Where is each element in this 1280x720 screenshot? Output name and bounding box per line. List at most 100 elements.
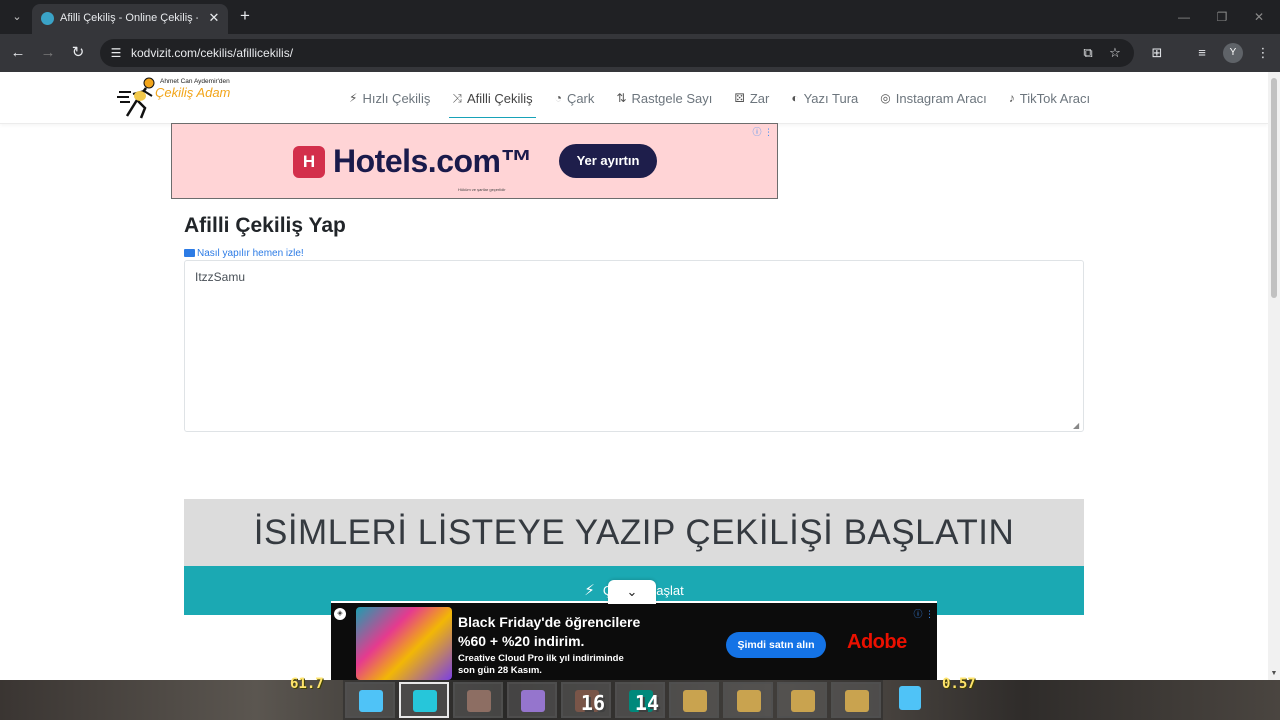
instagram-icon: ◎ <box>880 91 891 105</box>
hotbar-slot <box>345 682 395 718</box>
instruction-banner: İSİMLERİ LİSTEYE YAZIP ÇEKİLİŞİ BAŞLATIN <box>184 499 1084 566</box>
boots-icon <box>893 682 929 716</box>
ad-headline-line2: %60 + %20 indirim. <box>458 633 585 649</box>
hud-left-number: 61.7 <box>290 676 324 692</box>
window-minimize-icon[interactable]: — <box>1174 8 1194 26</box>
hotbar-slot <box>453 682 503 718</box>
profile-avatar[interactable]: Y <box>1223 43 1243 63</box>
pickaxe-icon <box>521 690 545 712</box>
page-viewport: Ahmet Can Aydemir'den Çekiliş Adam ⚡ Hız… <box>0 72 1280 680</box>
menu-item-label: Instagram Aracı <box>895 90 987 106</box>
menu-item-instagram-araci[interactable]: ◎ Instagram Aracı <box>871 80 996 116</box>
hotbar-slot <box>777 682 827 718</box>
dice-icon: ⚄ <box>734 91 745 105</box>
hotbar-slot: 16 <box>561 682 611 718</box>
video-camera-icon <box>184 249 195 257</box>
forward-arrow-icon[interactable]: → <box>38 43 58 63</box>
tab-list-chevron-icon[interactable]: ⌄ <box>6 6 28 28</box>
scrollbar-thumb[interactable] <box>1271 78 1277 298</box>
site-navbar: Ahmet Can Aydemir'den Çekiliş Adam ⚡ Hız… <box>0 72 1268 124</box>
window-close-icon[interactable]: ✕ <box>1249 8 1269 26</box>
shuffle-icon: ⤨ <box>452 90 462 105</box>
how-to-video-link[interactable]: Nasıl yapılır hemen izle! <box>184 248 304 259</box>
ad-info-icon[interactable]: ⓘ ⋮ <box>752 125 773 138</box>
hotbar-slot <box>723 682 773 718</box>
media-controls-icon[interactable]: ≡ <box>1192 43 1212 63</box>
window-restore-icon[interactable]: ❐ <box>1212 8 1232 26</box>
menu-item-cark[interactable]: ◔ Çark <box>546 80 604 116</box>
browser-tab-bar: ⌄ Afilli Çekiliş - Online Çekiliş - H ✕ … <box>0 0 1280 34</box>
bookmark-star-icon[interactable]: ☆ <box>1106 44 1124 62</box>
menu-item-zar[interactable]: ⚄ Zar <box>725 80 778 116</box>
back-arrow-icon[interactable]: ← <box>8 43 28 63</box>
ad-artwork-image <box>356 607 452 680</box>
sort-numeric-icon: ⇅ <box>616 91 627 105</box>
names-list-textarea[interactable]: ItzzSamu <box>184 260 1084 432</box>
ad-headline: Black Friday'de öğrencilere %60 + %20 in… <box>458 613 640 651</box>
stack-count: 16 <box>580 691 605 715</box>
new-tab-plus-icon[interactable]: + <box>236 7 254 25</box>
ad-collapse-chevron-icon[interactable]: ⌄ <box>608 580 656 604</box>
extensions-puzzle-icon[interactable]: ⊞ <box>1147 43 1167 63</box>
half-circle-icon: ◐ <box>791 91 799 105</box>
ad-headline-line1: Black Friday'de öğrencilere <box>458 614 641 630</box>
install-app-icon[interactable]: ⧉ <box>1079 44 1097 62</box>
hotels-ad-banner[interactable]: H Hotels.com™ Yer ayırtın Hüküm ve şartl… <box>171 123 778 199</box>
bolt-icon: ⚡ <box>349 91 358 105</box>
hotbar-slot: 14 <box>615 682 665 718</box>
scroll-down-arrow-icon[interactable]: ▼ <box>1269 670 1279 678</box>
hotbar-slot <box>831 682 881 718</box>
browser-menu-kebab-icon[interactable]: ⋮ <box>1253 43 1273 63</box>
site-favicon-icon <box>41 12 54 25</box>
totem-icon <box>683 690 707 712</box>
menu-item-tiktok-araci[interactable]: ♪ TikTok Aracı <box>1000 80 1099 116</box>
tiktok-icon: ♪ <box>1008 91 1015 105</box>
ad-subtext: Creative Cloud Pro ilk yıl indiriminde s… <box>458 653 624 677</box>
tab-close-icon[interactable]: ✕ <box>206 9 222 27</box>
site-settings-icon[interactable]: ☰ <box>108 45 124 61</box>
hotbar-slot <box>669 682 719 718</box>
hud-right-number: 0.57 <box>942 676 976 692</box>
menu-item-label: Afilli Çekiliş <box>466 90 533 106</box>
ad-subtext-line2: son gün 28 Kasım. <box>458 665 542 676</box>
menu-item-label: Rastgele Sayı <box>631 90 713 106</box>
game-overlay-strip: 61.7 16 14 0.57 <box>0 676 1280 720</box>
ad-brand-text: Hotels.com™ <box>333 143 532 179</box>
pickaxe-icon <box>467 690 491 712</box>
hotels-logo-icon: H <box>293 146 325 178</box>
tab-title: Afilli Çekiliş - Online Çekiliş - H <box>60 12 198 24</box>
url-text[interactable]: kodvizit.com/cekilis/afillicekilis/ <box>131 46 293 60</box>
browser-toolbar: ← → ↻ ☰ kodvizit.com/cekilis/afillicekil… <box>0 34 1280 72</box>
ad-subtext-line1: Creative Cloud Pro ilk yıl indiriminde <box>458 653 624 664</box>
menu-item-label: Yazı Tura <box>803 90 859 106</box>
adobe-ad-banner[interactable]: ◈ Black Friday'de öğrencilere %60 + %20 … <box>331 601 937 680</box>
page-title: Afilli Çekiliş Yap <box>184 214 346 237</box>
ad-privacy-shield-icon[interactable]: ◈ <box>334 608 346 620</box>
totem-icon <box>791 690 815 712</box>
menu-item-hizli-cekilis[interactable]: ⚡ Hızlı Çekiliş <box>340 80 439 116</box>
site-logo[interactable]: Ahmet Can Aydemir'den Çekiliş Adam <box>117 76 245 120</box>
running-man-logo-icon <box>117 77 155 119</box>
bolt-icon: ⚡ <box>584 582 595 599</box>
totem-icon <box>845 690 869 712</box>
ad-fine-print: Hüküm ve şartlar geçerlidir <box>458 187 506 192</box>
ad-info-icon[interactable]: ⓘ ⋮ <box>913 607 934 620</box>
menu-item-afilli-cekilis[interactable]: ⤨ Afilli Çekiliş <box>443 80 541 118</box>
address-bar[interactable]: ☰ kodvizit.com/cekilis/afillicekilis/ ⧉ … <box>100 39 1134 67</box>
ad-buy-now-button[interactable]: Şimdi satın alın <box>726 632 826 658</box>
logo-tagline: Ahmet Can Aydemir'den <box>160 78 230 85</box>
browser-tab-active[interactable]: Afilli Çekiliş - Online Çekiliş - H ✕ <box>32 4 228 34</box>
reload-icon[interactable]: ↻ <box>68 43 88 63</box>
textarea-resize-handle-icon[interactable]: ◢ <box>1073 421 1082 430</box>
menu-item-label: Çark <box>566 90 595 106</box>
pie-chart-icon: ◔ <box>554 91 562 105</box>
menu-item-rastgele-sayi[interactable]: ⇅ Rastgele Sayı <box>607 80 721 116</box>
menu-item-label: TikTok Aracı <box>1019 90 1091 106</box>
sword-icon <box>413 690 437 712</box>
page-scrollbar[interactable]: ▼ <box>1268 72 1280 680</box>
adobe-logo-text: Adobe <box>847 631 907 653</box>
ad-cta-button[interactable]: Yer ayırtın <box>559 144 657 178</box>
totem-icon <box>737 690 761 712</box>
game-hotbar: 16 14 <box>343 680 883 720</box>
menu-item-yazi-tura[interactable]: ◐ Yazı Tura <box>782 80 867 116</box>
